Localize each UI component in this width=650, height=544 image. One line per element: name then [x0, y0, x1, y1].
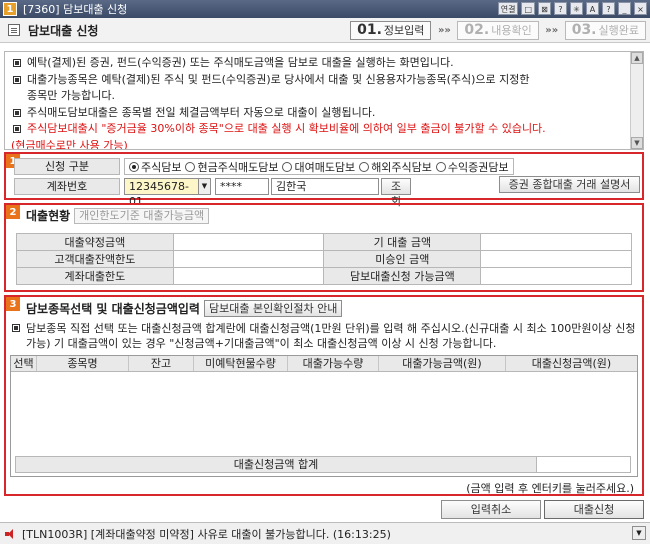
page-title: 담보대출 신청 — [28, 23, 99, 38]
bullet-icon — [13, 125, 21, 133]
window-title: [7360] 담보대출 신청 — [23, 3, 128, 16]
radio-icon[interactable] — [129, 161, 139, 172]
total-amount-input[interactable] — [537, 456, 631, 473]
page-header: 담보대출 신청 01. 정보입력 »» 02. 내용확인 »» 03. 실행완료 — [0, 18, 650, 43]
minimize-icon[interactable]: _ — [618, 2, 631, 15]
radio-lend-sell-collateral[interactable]: 대여매도담보 — [282, 159, 355, 175]
notice-line-warning: (현금매수로만 사용 가능) — [11, 138, 128, 150]
scroll-down-icon[interactable]: ▼ — [631, 137, 643, 149]
speaker-icon — [4, 528, 16, 540]
window-number-badge: 1 — [3, 2, 17, 16]
section-title: 담보종목선택 및 대출신청금액입력 담보대출 본인확인절차 안내 — [26, 300, 343, 317]
document-icon — [8, 24, 20, 36]
table-row: 대출약정금액 기 대출 금액 — [16, 233, 632, 251]
table-header: 선택 종목명 잔고 미예탁현물수량 대출가능수량 대출가능금액(원) 대출신청금… — [11, 356, 637, 372]
type-radio-group: 주식담보 현금주식매도담보 대여매도담보 해외주식담보 수익증권담보 — [124, 158, 514, 175]
window-controls: 연결 □ ⊠ ? ✳ A ? _ × — [497, 2, 647, 15]
status-message: [TLN1003R] [계좌대출약정 미약정] 사유로 대출이 불가능합니다. … — [22, 527, 391, 541]
step-1: 01. 정보입력 — [350, 21, 432, 40]
link-button[interactable]: 연결 — [497, 2, 519, 15]
notice-scrollbar[interactable]: ▲ ▼ — [630, 52, 643, 149]
pin-icon[interactable]: ✳ — [570, 2, 583, 15]
radio-cash-sell-collateral[interactable]: 현금주식매도담보 — [185, 159, 278, 175]
account-label: 계좌번호 — [14, 178, 120, 195]
bullet-icon — [13, 59, 21, 67]
col-balance[interactable]: 잔고 — [129, 356, 194, 371]
cancel-input-button[interactable]: 입력취소 — [441, 500, 541, 519]
status-bar: [TLN1003R] [계좌대출약정 미약정] 사유로 대출이 불가능합니다. … — [0, 522, 650, 544]
step-arrow-icon: »» — [545, 25, 559, 36]
col-undeposited-qty[interactable]: 미예탁현물수량 — [194, 356, 288, 371]
section-badge: 2 — [6, 205, 20, 219]
enter-key-note: (금액 입력 후 엔터키를 눌러주세요.) — [466, 482, 634, 495]
total-row: 대출신청금액 합계 — [15, 456, 631, 473]
bullet-icon — [13, 108, 21, 117]
step-3: 03. 실행완료 — [564, 21, 646, 40]
notice-line: 예탁(결제)된 증권, 펀드(수익증권) 또는 주식매도금액을 담보로 대출을 … — [11, 55, 629, 72]
window-titlebar: 1 [7360] 담보대출 신청 연결 □ ⊠ ? ✳ A ? _ × — [0, 0, 650, 18]
account-number-input[interactable]: 12345678-01 — [124, 178, 199, 208]
step-indicator: 01. 정보입력 »» 02. 내용확인 »» 03. 실행완료 — [350, 21, 646, 40]
action-bar: 입력취소 대출신청 — [441, 500, 644, 519]
radio-icon[interactable] — [435, 161, 446, 172]
notice-line: 대출가능종목은 예탁(결제)된 주식 및 펀드(수익증권)로 당사에서 대출 및… — [11, 72, 629, 89]
font-icon[interactable]: A — [586, 2, 599, 15]
loan-guide-button[interactable]: 증권 종합대출 거래 설명서 — [499, 176, 640, 193]
collateral-table: 선택 종목명 잔고 미예탁현물수량 대출가능수량 대출가능금액(원) 대출신청금… — [10, 355, 638, 477]
tab-personal-limit[interactable]: 개인한도기준 대출가능금액 — [74, 207, 210, 224]
chevron-down-icon[interactable]: ▼ — [199, 178, 211, 195]
table-row: 계좌대출한도 담보대출신청 가능금액 — [16, 267, 632, 285]
radio-icon[interactable] — [359, 161, 370, 172]
section-title: 대출현황 개인한도기준 대출가능금액 — [26, 207, 210, 224]
restore-icon[interactable]: □ — [521, 2, 535, 15]
info-icon[interactable]: ? — [602, 2, 615, 15]
radio-fund-collateral[interactable]: 수익증권담보 — [435, 159, 509, 175]
step-2: 02. 내용확인 — [457, 21, 539, 40]
table-row: 고객대출잔액한도 미승인 금액 — [16, 250, 632, 268]
apply-loan-button[interactable]: 대출신청 — [544, 500, 644, 519]
col-select[interactable]: 선택 — [11, 356, 37, 371]
print-icon[interactable]: ⊠ — [538, 2, 551, 15]
col-stock-name[interactable]: 종목명 — [37, 356, 129, 371]
notice-line: 주식매도담보대출은 종목별 전일 체결금액부터 자동으로 대출이 실행됩니다. — [11, 105, 629, 122]
bullet-icon — [12, 324, 20, 332]
section-application-info: 1 신청 구분 주식담보 현금주식매도담보 대여매도담보 해외주식담보 수익증권… — [4, 152, 644, 208]
identity-verification-guide-button[interactable]: 담보대출 본인확인절차 안내 — [203, 300, 343, 317]
notice-panel: 예탁(결제)된 증권, 펀드(수익증권) 또는 주식매도금액을 담보로 대출을 … — [4, 51, 644, 150]
col-loanable-amount[interactable]: 대출가능금액(원) — [379, 356, 506, 371]
loan-status-table: 대출약정금액 기 대출 금액 고객대출잔액한도 미승인 금액 계좌대출한도 담보… — [16, 233, 632, 285]
total-label: 대출신청금액 합계 — [15, 456, 537, 473]
bullet-icon — [13, 75, 21, 84]
col-request-amount[interactable]: 대출신청금액(원) — [506, 356, 637, 371]
chevron-down-icon[interactable]: ▼ — [632, 526, 646, 540]
radio-icon[interactable] — [185, 161, 196, 172]
radio-stock-collateral[interactable]: 주식담보 — [129, 159, 181, 175]
radio-icon[interactable] — [282, 161, 293, 172]
scroll-up-icon[interactable]: ▲ — [631, 52, 643, 64]
lookup-button[interactable]: 조회 — [381, 178, 411, 208]
input-guide: 담보종목 직접 선택 또는 대출신청금액 합계란에 대출신청금액(1만원 단위)… — [10, 321, 640, 351]
radio-overseas-stock-collateral[interactable]: 해외주식담보 — [359, 159, 432, 175]
account-holder-name: 김한국 — [271, 178, 379, 195]
section-loan-status: 2 대출현황 개인한도기준 대출가능금액 대출약정금액 기 대출 금액 고객대출… — [4, 203, 644, 292]
section-badge: 3 — [6, 297, 20, 311]
close-icon[interactable]: × — [634, 2, 647, 15]
section-collateral-selection: 3 담보종목선택 및 대출신청금액입력 담보대출 본인확인절차 안내 담보종목 … — [4, 295, 644, 496]
col-loanable-qty[interactable]: 대출가능수량 — [288, 356, 379, 371]
account-row: 계좌번호 12345678-01 ▼ **** 김한국 조회 — [14, 178, 411, 208]
password-input[interactable]: **** — [215, 178, 269, 195]
notice-line: 종목만 가능합니다. — [27, 89, 115, 102]
step-arrow-icon: »» — [437, 25, 451, 36]
notice-line-warning: 주식담보대출시 "증거금율 30%이하 종목"으로 대출 실행 시 확보비율에 … — [11, 121, 629, 138]
type-label: 신청 구분 — [14, 158, 120, 175]
type-row: 신청 구분 주식담보 현금주식매도담보 대여매도담보 해외주식담보 수익증권담보 — [14, 158, 514, 175]
help-icon[interactable]: ? — [554, 2, 567, 15]
